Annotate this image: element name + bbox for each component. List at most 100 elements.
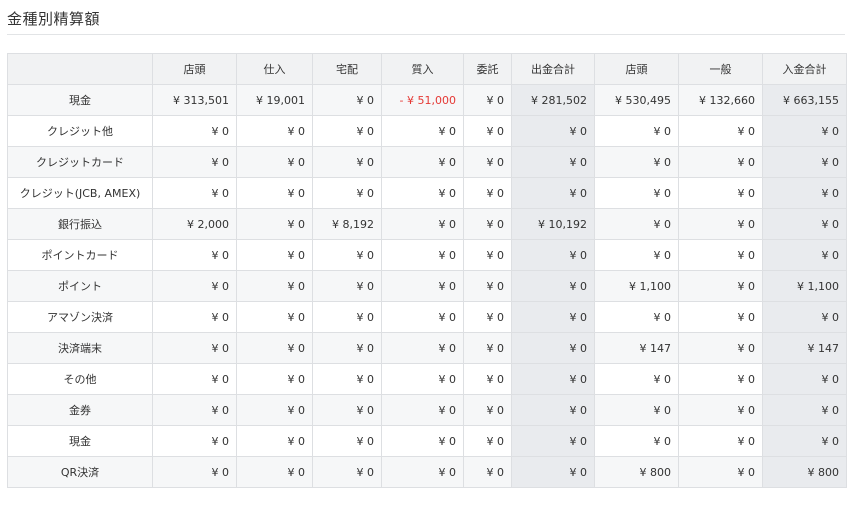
cell-purchase: ¥ 0 (236, 363, 313, 395)
cell-storefront-receipt: ¥ 800 (594, 456, 679, 488)
cell-delivery: ¥ 0 (312, 301, 382, 333)
cell-pawn: ¥ 0 (381, 363, 464, 395)
cell-general: ¥ 0 (678, 208, 763, 240)
cell-receipt-total: ¥ 0 (762, 394, 847, 426)
cell-pawn: ¥ 0 (381, 301, 464, 333)
cell-general: ¥ 0 (678, 115, 763, 147)
cell-purchase: ¥ 0 (236, 425, 313, 457)
cell-delivery: ¥ 0 (312, 84, 382, 116)
header-corner (7, 53, 153, 85)
cell-consignment: ¥ 0 (463, 394, 512, 426)
table-row: クレジット(JCB, AMEX) ¥ 0 ¥ 0 ¥ 0 ¥ 0 ¥ 0 ¥ 0 ¥ 0 ¥ 0… (7, 177, 847, 209)
header-general: 一般 (678, 53, 763, 85)
cell-consignment: ¥ 0 (463, 425, 512, 457)
cell-general: ¥ 0 (678, 146, 763, 178)
cell-storefront-receipt: ¥ 0 (594, 301, 679, 333)
cell-consignment: ¥ 0 (463, 146, 512, 178)
cell-pawn: ¥ 0 (381, 208, 464, 240)
header-storefront-receipt: 店頭 (594, 53, 679, 85)
table-row: その他 ¥ 0 ¥ 0 ¥ 0 ¥ 0 ¥ 0 ¥ 0 ¥ 0 ¥ 0 ¥ 0 (7, 363, 847, 395)
cell-pawn: ¥ 0 (381, 425, 464, 457)
cell-purchase: ¥ 0 (236, 208, 313, 240)
cell-delivery: ¥ 0 (312, 239, 382, 271)
cell-pawn: ¥ 0 (381, 239, 464, 271)
cell-delivery: ¥ 0 (312, 177, 382, 209)
cell-payout-total: ¥ 0 (511, 301, 595, 333)
cell-delivery: ¥ 0 (312, 270, 382, 302)
cell-purchase: ¥ 0 (236, 239, 313, 271)
cell-storefront-payout: ¥ 0 (152, 425, 237, 457)
row-label: クレジットカード (7, 146, 153, 178)
table-row: ポイント ¥ 0 ¥ 0 ¥ 0 ¥ 0 ¥ 0 ¥ 0 ¥ 1,100 ¥ 0 ¥ 1,100 (7, 270, 847, 302)
cell-payout-total: ¥ 0 (511, 146, 595, 178)
header-receipt-total: 入金合計 (762, 53, 847, 85)
cell-consignment: ¥ 0 (463, 239, 512, 271)
row-label: クレジット(JCB, AMEX) (7, 177, 153, 209)
settlement-table: 店頭 仕入 宅配 質入 委託 出金合計 店頭 一般 入金合計 現金 ¥ 313,5… (7, 53, 847, 488)
row-label: 決済端末 (7, 332, 153, 364)
cell-payout-total: ¥ 0 (511, 115, 595, 147)
cell-general: ¥ 0 (678, 456, 763, 488)
cell-general: ¥ 0 (678, 425, 763, 457)
table-row: 決済端末 ¥ 0 ¥ 0 ¥ 0 ¥ 0 ¥ 0 ¥ 0 ¥ 147 ¥ 0 ¥ 147 (7, 332, 847, 364)
cell-payout-total: ¥ 0 (511, 363, 595, 395)
cell-storefront-payout: ¥ 0 (152, 363, 237, 395)
cell-storefront-payout: ¥ 0 (152, 177, 237, 209)
cell-consignment: ¥ 0 (463, 208, 512, 240)
cell-storefront-payout: ¥ 0 (152, 146, 237, 178)
cell-payout-total: ¥ 0 (511, 177, 595, 209)
table-row: アマゾン決済 ¥ 0 ¥ 0 ¥ 0 ¥ 0 ¥ 0 ¥ 0 ¥ 0 ¥ 0 ¥ 0 (7, 301, 847, 333)
cell-storefront-payout: ¥ 2,000 (152, 208, 237, 240)
cell-receipt-total: ¥ 1,100 (762, 270, 847, 302)
header-delivery: 宅配 (312, 53, 382, 85)
cell-receipt-total: ¥ 663,155 (762, 84, 847, 116)
cell-storefront-payout: ¥ 0 (152, 456, 237, 488)
cell-storefront-receipt: ¥ 530,495 (594, 84, 679, 116)
page-title: 金種別精算額 (7, 10, 101, 28)
cell-storefront-payout: ¥ 0 (152, 394, 237, 426)
cell-purchase: ¥ 0 (236, 115, 313, 147)
cell-receipt-total: ¥ 0 (762, 177, 847, 209)
cell-pawn: ¥ 0 (381, 177, 464, 209)
cell-general: ¥ 0 (678, 363, 763, 395)
row-label: その他 (7, 363, 153, 395)
cell-general: ¥ 0 (678, 239, 763, 271)
cell-delivery: ¥ 0 (312, 456, 382, 488)
cell-pawn: - ¥ 51,000 (381, 84, 464, 116)
cell-storefront-receipt: ¥ 0 (594, 394, 679, 426)
cell-consignment: ¥ 0 (463, 363, 512, 395)
cell-receipt-total: ¥ 0 (762, 208, 847, 240)
cell-consignment: ¥ 0 (463, 456, 512, 488)
cell-receipt-total: ¥ 0 (762, 239, 847, 271)
cell-delivery: ¥ 0 (312, 394, 382, 426)
table-row: 現金 ¥ 313,501 ¥ 19,001 ¥ 0- ¥ 51,000 ¥ 0 ¥ 281… (7, 84, 847, 116)
cell-storefront-receipt: ¥ 147 (594, 332, 679, 364)
header-storefront-payout: 店頭 (152, 53, 237, 85)
table-row: クレジットカード ¥ 0 ¥ 0 ¥ 0 ¥ 0 ¥ 0 ¥ 0 ¥ 0 ¥ 0 ¥ 0 (7, 146, 847, 178)
cell-payout-total: ¥ 0 (511, 394, 595, 426)
cell-purchase: ¥ 0 (236, 177, 313, 209)
cell-payout-total: ¥ 0 (511, 332, 595, 364)
cell-receipt-total: ¥ 0 (762, 146, 847, 178)
table-row: 現金 ¥ 0 ¥ 0 ¥ 0 ¥ 0 ¥ 0 ¥ 0 ¥ 0 ¥ 0 ¥ 0 (7, 425, 847, 457)
cell-purchase: ¥ 0 (236, 456, 313, 488)
cell-pawn: ¥ 0 (381, 115, 464, 147)
table-row: 銀行振込 ¥ 2,000 ¥ 0 ¥ 8,192 ¥ 0 ¥ 0 ¥ 10,192 ¥ 0 ¥ … (7, 208, 847, 240)
cell-storefront-receipt: ¥ 1,100 (594, 270, 679, 302)
header-payout-total: 出金合計 (511, 53, 595, 85)
cell-storefront-payout: ¥ 0 (152, 301, 237, 333)
cell-purchase: ¥ 19,001 (236, 84, 313, 116)
cell-pawn: ¥ 0 (381, 394, 464, 426)
cell-pawn: ¥ 0 (381, 456, 464, 488)
header-pawn: 質入 (381, 53, 464, 85)
cell-payout-total: ¥ 0 (511, 456, 595, 488)
table-row: クレジット他 ¥ 0 ¥ 0 ¥ 0 ¥ 0 ¥ 0 ¥ 0 ¥ 0 ¥ 0 ¥ 0 (7, 115, 847, 147)
row-label: アマゾン決済 (7, 301, 153, 333)
cell-purchase: ¥ 0 (236, 270, 313, 302)
cell-consignment: ¥ 0 (463, 332, 512, 364)
table-row: 金券 ¥ 0 ¥ 0 ¥ 0 ¥ 0 ¥ 0 ¥ 0 ¥ 0 ¥ 0 ¥ 0 (7, 394, 847, 426)
cell-general: ¥ 132,660 (678, 84, 763, 116)
table-row: QR決済 ¥ 0 ¥ 0 ¥ 0 ¥ 0 ¥ 0 ¥ 0 ¥ 800 ¥ 0 ¥ 800 (7, 456, 847, 488)
cell-pawn: ¥ 0 (381, 270, 464, 302)
cell-pawn: ¥ 0 (381, 332, 464, 364)
